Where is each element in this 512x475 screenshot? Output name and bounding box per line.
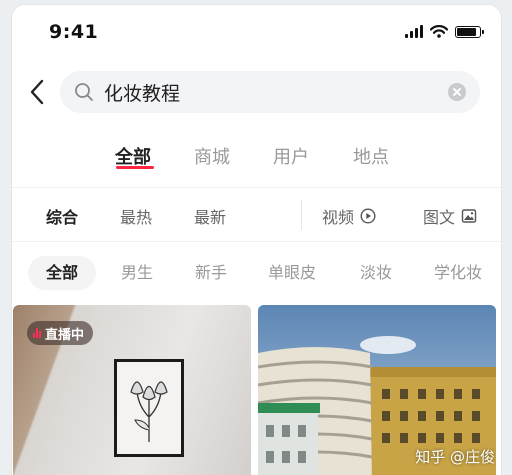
chevron-left-icon <box>30 79 44 105</box>
clear-search-icon[interactable] <box>448 83 466 101</box>
status-time: 9:41 <box>49 21 99 43</box>
filter-image-text[interactable]: 图文 <box>423 204 477 228</box>
result-card[interactable]: 直播中 <box>13 305 251 475</box>
back-button[interactable] <box>26 75 50 109</box>
chip-beginner[interactable]: 新手 <box>195 256 227 290</box>
live-icon <box>33 328 41 338</box>
live-badge: 直播中 <box>27 321 94 345</box>
filter-separator <box>301 200 302 230</box>
filter-newest[interactable]: 最新 <box>194 204 226 228</box>
battery-level <box>457 27 476 36</box>
filter-label: 视频 <box>322 208 355 227</box>
chip-all[interactable]: 全部 <box>28 256 97 290</box>
search-input[interactable] <box>104 77 424 107</box>
tabs-divider <box>12 187 501 188</box>
search-icon <box>75 83 93 101</box>
chip-learn-makeup[interactable]: 学化妆 <box>434 256 482 290</box>
filter-hottest[interactable]: 最热 <box>120 204 152 228</box>
cellular-signal-icon <box>405 25 423 38</box>
filter-label: 综合 <box>46 208 79 227</box>
filter-video[interactable]: 视频 <box>322 204 376 228</box>
phone-screen: 9:41 全部 商城 用户 地点 综合 <box>11 4 502 475</box>
chip-boys[interactable]: 男生 <box>121 256 153 290</box>
filters-divider <box>12 241 501 242</box>
tab-mall[interactable]: 商城 <box>194 143 230 169</box>
search-bar[interactable] <box>60 71 480 113</box>
tulip-drawing-icon <box>130 381 168 442</box>
tab-users[interactable]: 用户 <box>273 143 309 169</box>
framed-picture <box>114 359 184 457</box>
filter-label: 最新 <box>194 208 227 227</box>
sort-filter-row: 综合 最热 最新 视频 图文 <box>12 204 501 228</box>
battery-icon <box>455 25 484 38</box>
primary-tabs: 全部 商城 用户 地点 <box>12 143 501 179</box>
live-badge-label: 直播中 <box>45 327 85 343</box>
tab-places[interactable]: 地点 <box>353 143 389 169</box>
watermark: 知乎 @庄俊 <box>415 448 495 466</box>
wifi-icon <box>430 25 448 38</box>
filter-comprehensive[interactable]: 综合 <box>46 204 78 228</box>
chip-monolid[interactable]: 单眼皮 <box>268 256 316 290</box>
chip-light-makeup[interactable]: 淡妆 <box>360 256 392 290</box>
status-icons <box>405 25 484 38</box>
filter-label: 图文 <box>423 208 456 227</box>
play-circle-icon <box>360 208 376 224</box>
filter-label: 最热 <box>120 208 153 227</box>
image-icon <box>461 209 477 223</box>
active-tab-indicator <box>116 166 154 169</box>
